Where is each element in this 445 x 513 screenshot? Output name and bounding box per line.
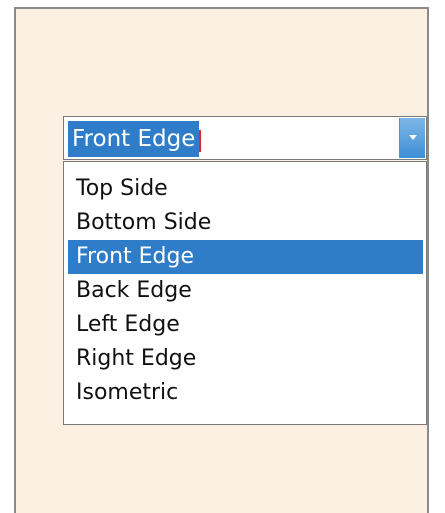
option-front-edge[interactable]: Front Edge <box>68 240 423 274</box>
option-back-edge[interactable]: Back Edge <box>68 274 423 308</box>
chevron-down-icon <box>409 135 417 140</box>
text-caret <box>199 130 201 152</box>
option-bottom-side[interactable]: Bottom Side <box>68 206 423 240</box>
dropdown-list: Top Side Bottom Side Front Edge Back Edg… <box>63 161 427 425</box>
dropdown-selected-value[interactable]: Front Edge <box>68 121 200 157</box>
option-left-edge[interactable]: Left Edge <box>68 308 423 342</box>
view-dropdown[interactable]: Front Edge <box>63 116 427 160</box>
view-panel: Front Edge Top Side Bottom Side Front Ed… <box>14 7 429 513</box>
option-top-side[interactable]: Top Side <box>68 172 423 206</box>
dropdown-toggle-button[interactable] <box>399 118 425 158</box>
option-isometric[interactable]: Isometric <box>68 376 423 410</box>
option-right-edge[interactable]: Right Edge <box>68 342 423 376</box>
